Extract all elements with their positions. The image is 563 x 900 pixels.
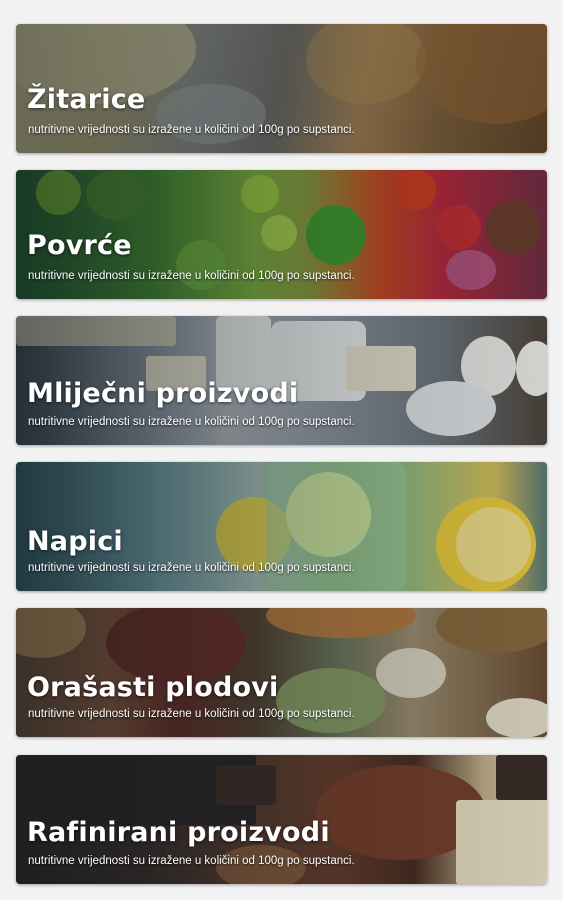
category-card-mlijecni-proizvodi[interactable]: Mliječni proizvodi nutritivne vrijednost… (16, 316, 547, 445)
category-subtitle: nutritivne vrijednosti su izražene u kol… (28, 270, 355, 282)
category-subtitle: nutritivne vrijednosti su izražene u kol… (28, 855, 355, 867)
category-title: Mliječni proizvodi (27, 378, 299, 409)
category-subtitle: nutritivne vrijednosti su izražene u kol… (28, 124, 355, 136)
category-title: Povrće (27, 230, 132, 261)
category-card-rafinirani-proizvodi[interactable]: Rafinirani proizvodi nutritivne vrijedno… (16, 755, 547, 884)
category-card-napici[interactable]: Napici nutritivne vrijednosti su izražen… (16, 462, 547, 591)
category-subtitle: nutritivne vrijednosti su izražene u kol… (28, 416, 355, 428)
category-card-orasasti-plodovi[interactable]: Orašasti plodovi nutritivne vrijednosti … (16, 608, 547, 737)
category-subtitle: nutritivne vrijednosti su izražene u kol… (28, 562, 355, 574)
category-title: Rafinirani proizvodi (27, 817, 330, 848)
category-title: Orašasti plodovi (27, 672, 279, 703)
category-title: Žitarice (27, 84, 146, 115)
category-card-povrce[interactable]: Povrće nutritivne vrijednosti su izražen… (16, 170, 547, 299)
category-title: Napici (27, 526, 123, 557)
category-card-zitarice[interactable]: Žitarice nutritivne vrijednosti su izraž… (16, 24, 547, 153)
category-list: Žitarice nutritivne vrijednosti su izraž… (0, 0, 563, 900)
category-subtitle: nutritivne vrijednosti su izražene u kol… (28, 708, 355, 720)
